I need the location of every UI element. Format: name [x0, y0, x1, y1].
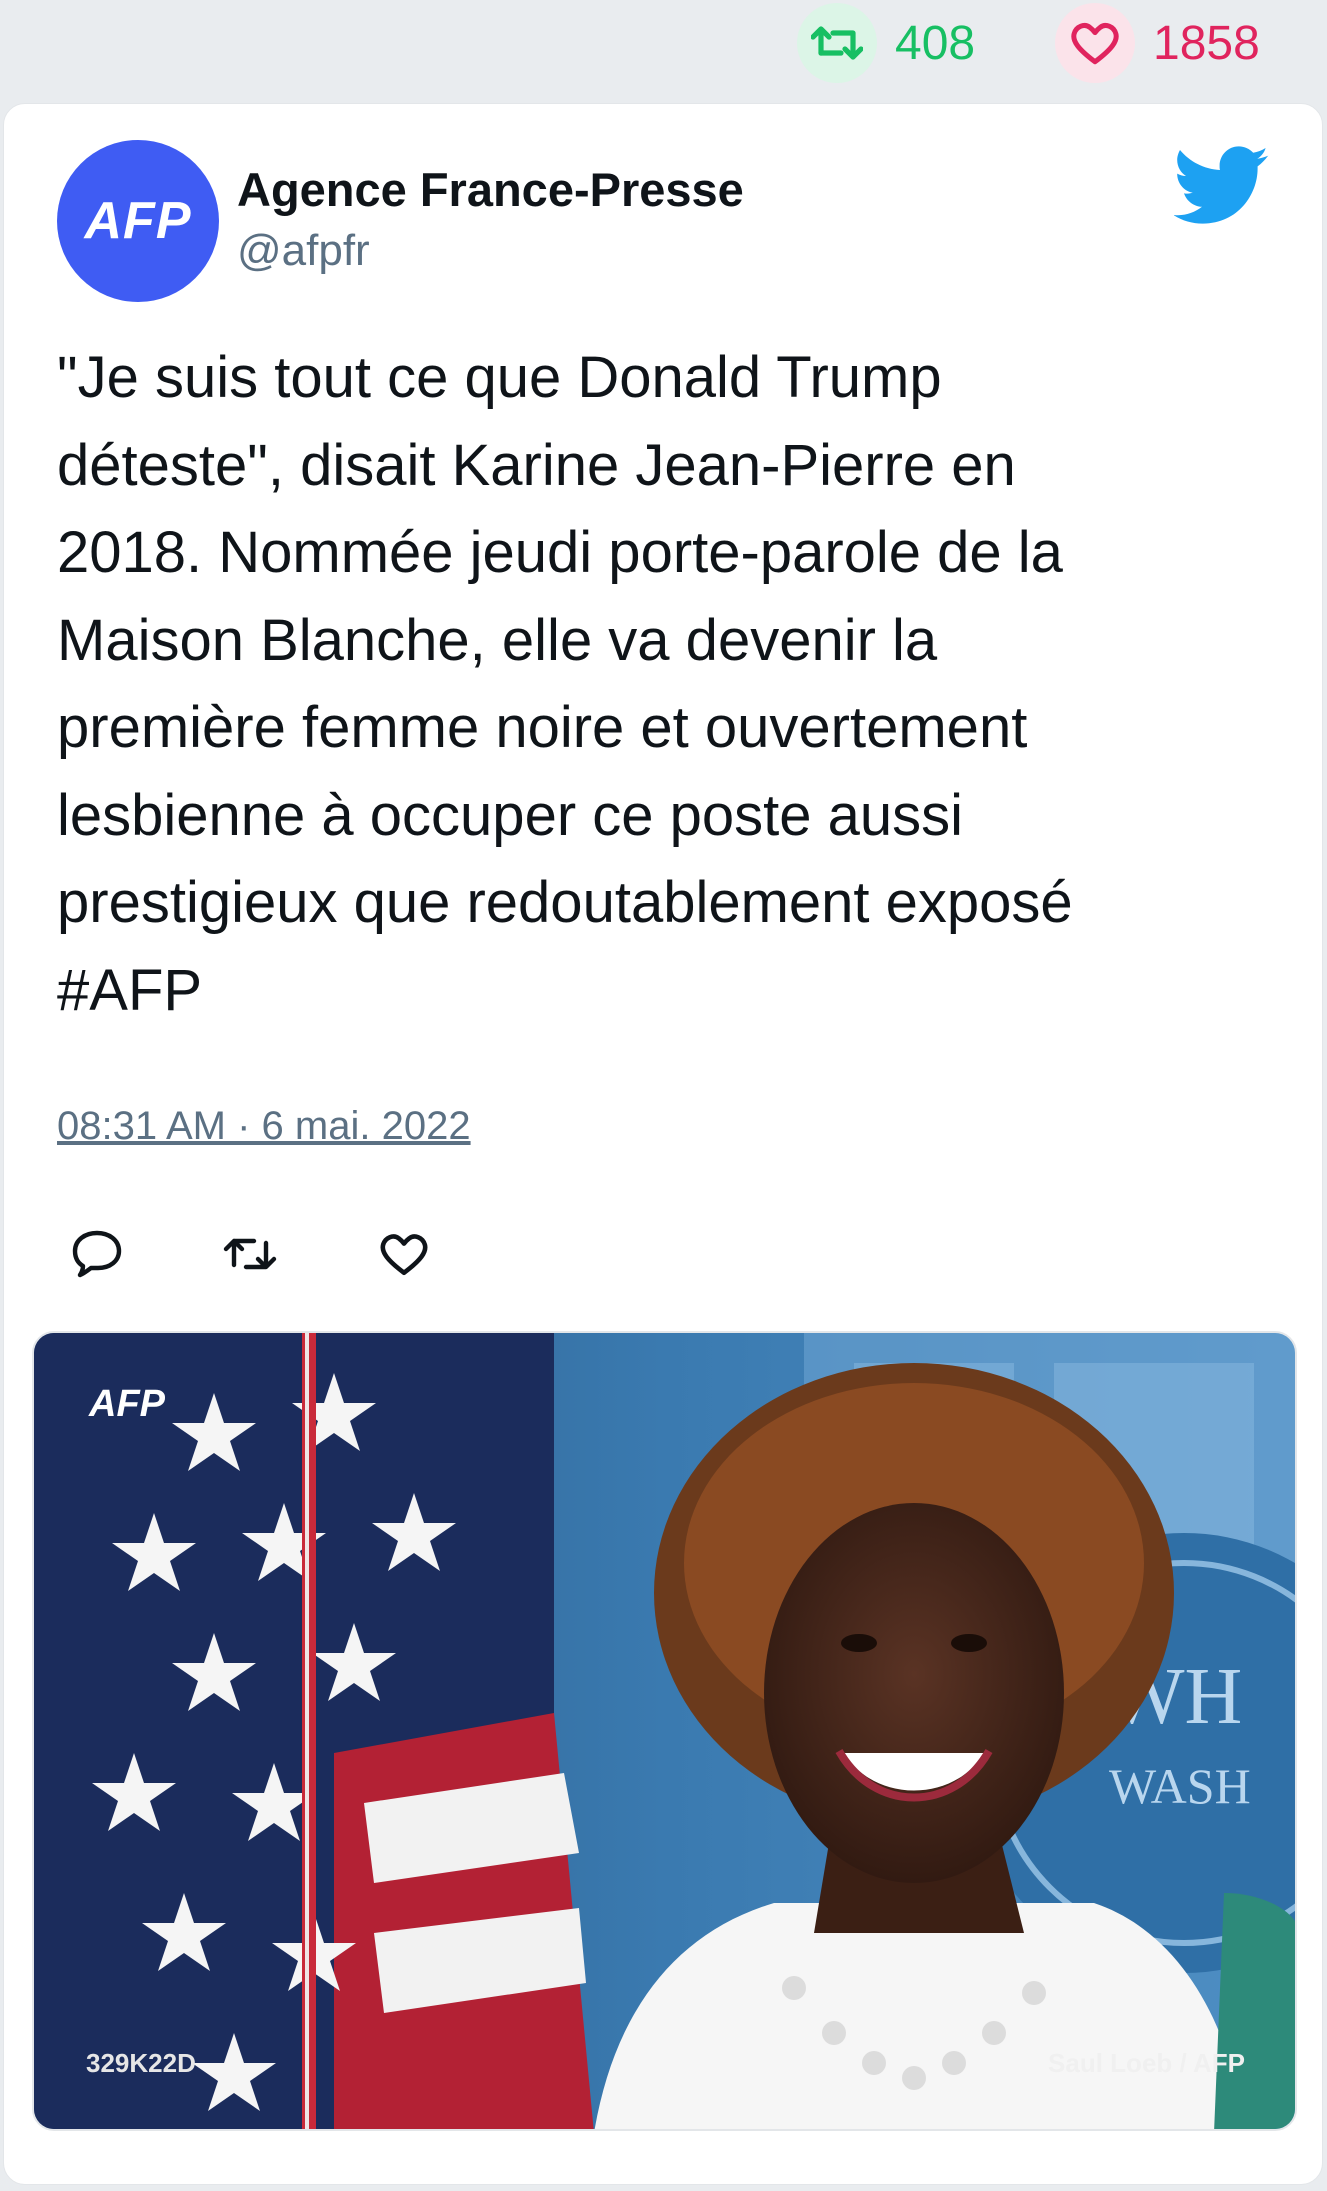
photo-credit: Saul Loeb / AFP [1048, 2048, 1245, 2078]
like-count: 1858 [1153, 16, 1260, 70]
reply-button[interactable] [57, 1214, 137, 1294]
sign-text-2: WASH [1109, 1758, 1251, 1814]
heart-icon [380, 1234, 428, 1276]
avatar[interactable]: AFP [57, 140, 219, 302]
like-button[interactable] [364, 1214, 444, 1294]
tweet-timestamp[interactable]: 08:31 AM · 6 mai. 2022 [57, 1104, 471, 1149]
photo-code: 329K22D [86, 2048, 196, 2078]
photo-illustration: WH WASH [34, 1333, 1295, 2129]
heart-icon [1055, 3, 1135, 83]
retweet-icon [223, 1238, 277, 1270]
author-name[interactable]: Agence France-Presse [237, 162, 744, 217]
twitter-bird-icon[interactable] [1174, 146, 1270, 226]
tweet-stats-bar: 408 1858 [0, 0, 1327, 100]
avatar-logo-text: AFP [84, 192, 192, 250]
retweet-count-stat[interactable]: 408 [797, 0, 975, 86]
author-handle[interactable]: @afpfr [237, 226, 370, 276]
like-count-stat[interactable]: 1858 [1055, 0, 1260, 86]
tweet-photo[interactable]: WH WASH AFP 329K22D Saul Loeb / AFP [32, 1331, 1297, 2131]
tweet-text: "Je suis tout ce que Donald Trump détest… [57, 345, 1073, 1023]
tweet-card: AFP Agence France-Presse @afpfr "Je suis… [3, 103, 1323, 2185]
retweet-count: 408 [895, 16, 976, 70]
retweet-button[interactable] [210, 1214, 290, 1294]
retweet-icon [797, 3, 877, 83]
reply-icon [72, 1230, 122, 1278]
afp-watermark: AFP [89, 1383, 165, 1425]
